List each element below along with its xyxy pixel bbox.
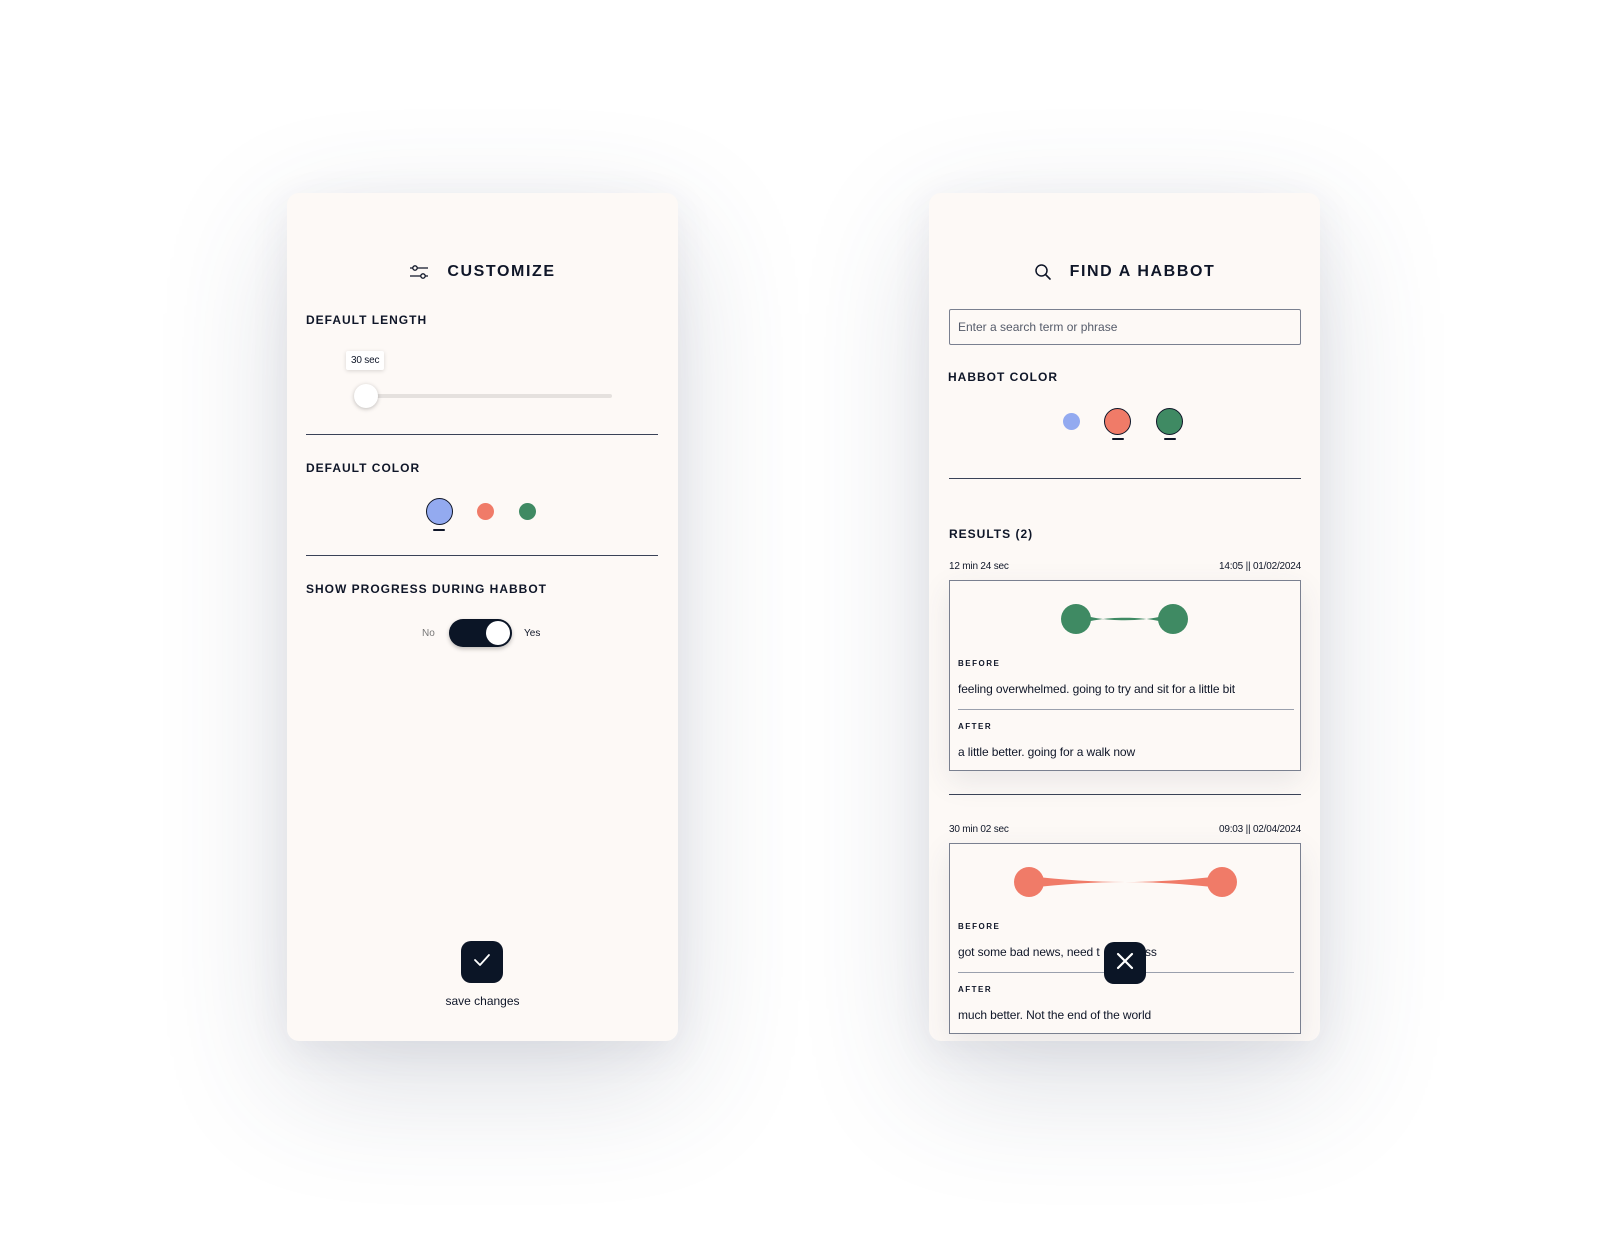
check-icon bbox=[473, 953, 491, 972]
search-input[interactable] bbox=[949, 309, 1301, 345]
page-title: CUSTOMIZE bbox=[447, 263, 556, 280]
after-label: AFTER bbox=[958, 985, 993, 994]
result-card[interactable]: BEFORE feeling overwhelmed. going to try… bbox=[949, 580, 1301, 771]
toggle-off-label: No bbox=[422, 628, 435, 639]
selected-indicator bbox=[1164, 438, 1176, 440]
before-label: BEFORE bbox=[958, 659, 1001, 668]
after-label: AFTER bbox=[958, 722, 993, 731]
divider bbox=[949, 794, 1301, 795]
color-filter-coral[interactable] bbox=[1104, 408, 1131, 435]
show-progress-toggle[interactable] bbox=[449, 619, 512, 647]
color-swatch-green[interactable] bbox=[519, 503, 536, 520]
find-header: FIND A HABBOT bbox=[929, 263, 1320, 281]
length-slider-track[interactable] bbox=[367, 394, 612, 398]
save-changes-label[interactable]: save changes bbox=[287, 994, 678, 1008]
customize-panel: CUSTOMIZE DEFAULT LENGTH 30 sec DEFAULT … bbox=[287, 193, 678, 1041]
result-card[interactable]: BEFORE got some bad news, need t ss AFTE… bbox=[949, 843, 1301, 1034]
result-duration: 30 min 02 sec bbox=[949, 824, 1009, 835]
color-filter-green[interactable] bbox=[1156, 408, 1183, 435]
habbot-graphic-coral bbox=[1014, 867, 1237, 897]
divider bbox=[306, 434, 658, 435]
default-length-label: DEFAULT LENGTH bbox=[306, 313, 428, 327]
customize-header: CUSTOMIZE bbox=[287, 263, 678, 281]
result-duration: 12 min 24 sec bbox=[949, 561, 1009, 572]
default-color-label: DEFAULT COLOR bbox=[306, 461, 421, 475]
selected-indicator bbox=[433, 529, 445, 531]
habbot-graphic-green bbox=[1061, 604, 1188, 634]
find-panel: FIND A HABBOT HABBOT COLOR RESULTS (2) 1… bbox=[929, 193, 1320, 1041]
before-text-tail: ss bbox=[1145, 945, 1157, 959]
divider bbox=[949, 478, 1301, 479]
result-meta: 30 min 02 sec 09:03 || 02/04/2024 bbox=[949, 824, 1301, 835]
before-text: feeling overwhelmed. going to try and si… bbox=[958, 682, 1236, 696]
divider bbox=[306, 555, 658, 556]
slider-value-tooltip: 30 sec bbox=[346, 351, 385, 370]
toggle-on-label: Yes bbox=[524, 628, 541, 639]
save-button[interactable] bbox=[461, 941, 503, 983]
length-slider-thumb[interactable] bbox=[354, 384, 378, 408]
page-title: FIND A HABBOT bbox=[1069, 263, 1216, 280]
search-icon bbox=[1034, 263, 1052, 281]
results-count: RESULTS (2) bbox=[949, 527, 1034, 541]
before-label: BEFORE bbox=[958, 922, 1001, 931]
result-timestamp: 09:03 || 02/04/2024 bbox=[1218, 824, 1301, 835]
toggle-knob bbox=[486, 621, 510, 645]
color-swatch-blue[interactable] bbox=[426, 498, 453, 525]
close-icon bbox=[1116, 952, 1134, 975]
after-text: a little better. going for a walk now bbox=[958, 745, 1136, 759]
result-timestamp: 14:05 || 01/02/2024 bbox=[1218, 561, 1301, 572]
selected-indicator bbox=[1112, 438, 1124, 440]
habbot-color-label: HABBOT COLOR bbox=[948, 370, 1058, 384]
color-filter-blue[interactable] bbox=[1063, 413, 1080, 430]
close-button[interactable] bbox=[1104, 942, 1146, 984]
card-divider bbox=[958, 709, 1294, 710]
before-text: got some bad news, need t bbox=[958, 945, 1100, 959]
show-progress-label: SHOW PROGRESS DURING HABBOT bbox=[306, 582, 548, 596]
color-swatch-coral[interactable] bbox=[477, 503, 494, 520]
sliders-icon bbox=[409, 265, 429, 279]
result-meta: 12 min 24 sec 14:05 || 01/02/2024 bbox=[949, 561, 1301, 572]
after-text: much better. Not the end of the world bbox=[958, 1008, 1152, 1022]
